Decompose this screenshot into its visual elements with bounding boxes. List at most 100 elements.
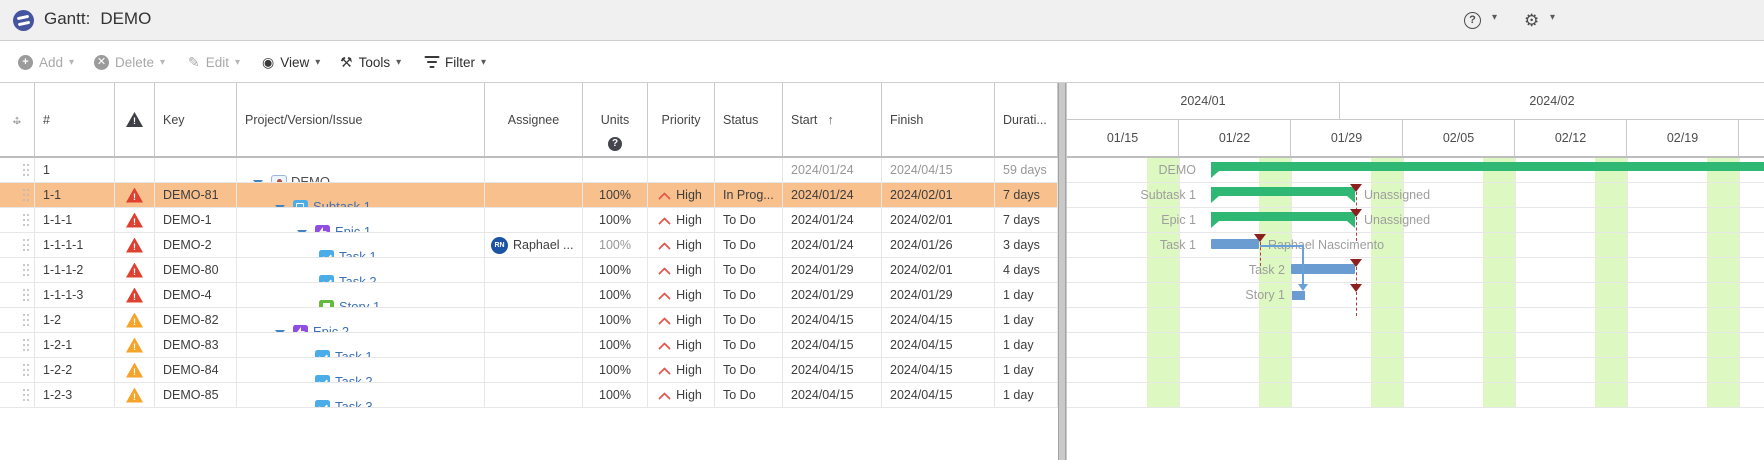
- week-header: 01/15: [1067, 120, 1179, 156]
- deadline-marker-icon: [1254, 234, 1266, 242]
- summary-bar[interactable]: [1211, 162, 1764, 171]
- cell: 100%: [583, 258, 648, 283]
- cell: 2024/04/15: [882, 383, 995, 408]
- duration-column-header[interactable]: Durati...: [995, 83, 1058, 156]
- status-value: To Do: [723, 288, 756, 302]
- cell: 100%: [583, 183, 648, 208]
- table-row[interactable]: 1-1-1-2!DEMO-80Task 2100%HighTo Do2024/0…: [0, 258, 1058, 283]
- issue-title[interactable]: Task 1: [339, 249, 377, 258]
- warning-icon[interactable]: !: [126, 263, 143, 278]
- cell: [485, 358, 583, 383]
- priority-column-header[interactable]: Priority: [648, 83, 715, 156]
- start-column-header[interactable]: Start↑: [783, 83, 882, 156]
- drag-handle-icon[interactable]: [23, 214, 25, 216]
- issue-title[interactable]: Epic 2: [313, 324, 349, 333]
- edit-menu-label: Edit: [206, 55, 229, 70]
- finish-date: 2024/04/15: [890, 338, 953, 352]
- filter-menu[interactable]: Filter ▾: [424, 41, 486, 83]
- issue-title[interactable]: Epic 1: [335, 224, 371, 233]
- settings-gear-icon[interactable]: ⚙: [1524, 11, 1539, 31]
- table-row[interactable]: 1-1-1-1!DEMO-2Task 1RNRaphael ...100%Hig…: [0, 233, 1058, 258]
- drag-handle-icon[interactable]: [23, 189, 25, 191]
- warning-icon[interactable]: !: [126, 188, 143, 203]
- month-header: 2024/01: [1067, 83, 1340, 120]
- status-column-header[interactable]: Status: [715, 83, 783, 156]
- deadline-marker-icon: [1350, 284, 1362, 292]
- edit-menu[interactable]: ✎ Edit ▾: [188, 41, 240, 83]
- cell: In Prog...: [715, 183, 783, 208]
- table-row[interactable]: 1-2-1!DEMO-83Task 1100%HighTo Do2024/04/…: [0, 333, 1058, 358]
- view-menu[interactable]: ◉ View ▾: [262, 41, 320, 83]
- table-row[interactable]: 1-1-1-3!DEMO-4Story 1100%HighTo Do2024/0…: [0, 283, 1058, 308]
- issue-title[interactable]: Task 3: [335, 399, 373, 408]
- units-value: 100%: [599, 263, 631, 277]
- issue-column-header[interactable]: Project/Version/Issue: [237, 83, 485, 156]
- num-column-header[interactable]: #: [35, 83, 115, 156]
- cell: 100%: [583, 233, 648, 258]
- assignee-column-header[interactable]: Assignee: [485, 83, 583, 156]
- drag-handle-icon[interactable]: [23, 264, 25, 266]
- table-row[interactable]: 1-2!DEMO-82Epic 2100%HighTo Do2024/04/15…: [0, 308, 1058, 333]
- table-row[interactable]: 1-1!DEMO-81Subtask 1100%HighIn Prog...20…: [0, 183, 1058, 208]
- issue-title[interactable]: Task 2: [335, 374, 373, 383]
- warning-icon[interactable]: !: [126, 338, 143, 353]
- task-bar[interactable]: [1211, 239, 1259, 249]
- warning-icon[interactable]: !: [126, 388, 143, 403]
- settings-menu-caret-icon[interactable]: ▾: [1550, 12, 1555, 23]
- drag-handle-icon[interactable]: [23, 364, 25, 366]
- warning-column-header[interactable]: !: [115, 83, 155, 156]
- summary-bar[interactable]: [1211, 187, 1355, 196]
- finish-column-header[interactable]: Finish: [882, 83, 995, 156]
- story-bar[interactable]: [1292, 291, 1305, 300]
- start-date: 2024/01/24: [791, 163, 854, 177]
- units-help-icon[interactable]: ?: [608, 137, 622, 151]
- dependency-connector-h: [1260, 245, 1304, 247]
- drag-handle-icon[interactable]: [23, 164, 25, 166]
- cell: 1 day: [995, 333, 1058, 358]
- drag-handle-icon[interactable]: [23, 289, 25, 291]
- issue-title[interactable]: Subtask 1: [313, 199, 371, 208]
- key-column-header[interactable]: Key: [155, 83, 237, 156]
- cell: 2024/04/15: [783, 358, 882, 383]
- priority-value: High: [676, 313, 702, 327]
- move-column-header[interactable]: ↔↕: [0, 83, 35, 156]
- cell: 1 day: [995, 383, 1058, 408]
- task-bar[interactable]: [1291, 264, 1355, 274]
- pane-splitter[interactable]: [1058, 83, 1066, 460]
- duration-value: 3 days: [1003, 238, 1040, 252]
- table-row[interactable]: 1-2-3!DEMO-85Task 3100%HighTo Do2024/04/…: [0, 383, 1058, 408]
- table-row[interactable]: 1-1-1!DEMO-1Epic 1100%HighTo Do2024/01/2…: [0, 208, 1058, 233]
- column-label: Assignee: [508, 113, 559, 127]
- drag-handle-icon[interactable]: [23, 239, 25, 241]
- warning-icon[interactable]: !: [126, 288, 143, 303]
- tools-menu[interactable]: ⚒ Tools ▾: [340, 41, 401, 83]
- drag-handle-icon[interactable]: [23, 339, 25, 341]
- cell: 1-2-2: [35, 358, 115, 383]
- units-value: 100%: [599, 338, 631, 352]
- cell: 2024/01/29: [783, 283, 882, 308]
- issue-title[interactable]: Story 1: [339, 299, 380, 308]
- help-icon[interactable]: ?: [1464, 12, 1481, 29]
- app-header: Gantt:DEMO ? ▾ ⚙ ▾: [0, 0, 1764, 41]
- units-column-header[interactable]: Units?: [583, 83, 648, 156]
- table-row[interactable]: 1DEMO2024/01/242024/04/1559 days: [0, 158, 1058, 183]
- help-menu-caret-icon[interactable]: ▾: [1492, 12, 1497, 23]
- drag-handle-icon[interactable]: [23, 314, 25, 316]
- issue-title[interactable]: Task 1: [335, 349, 373, 358]
- issue-title[interactable]: Task 2: [339, 274, 377, 283]
- priority-high-icon: [658, 342, 671, 355]
- warning-icon[interactable]: !: [126, 213, 143, 228]
- cell: Task 3: [237, 383, 485, 408]
- delete-menu[interactable]: ✕ Delete ▾: [94, 41, 165, 83]
- add-menu[interactable]: + Add ▾: [18, 41, 74, 83]
- drag-handle-icon[interactable]: [23, 389, 25, 391]
- task-icon: [319, 275, 334, 283]
- warning-icon[interactable]: !: [126, 238, 143, 253]
- warning-icon[interactable]: !: [126, 363, 143, 378]
- task-icon: [315, 400, 330, 408]
- table-row[interactable]: 1-2-2!DEMO-84Task 2100%HighTo Do2024/04/…: [0, 358, 1058, 383]
- start-date: 2024/04/15: [791, 338, 854, 352]
- cell: DEMO-85: [155, 383, 237, 408]
- warning-icon[interactable]: !: [126, 313, 143, 328]
- summary-bar[interactable]: [1211, 212, 1355, 221]
